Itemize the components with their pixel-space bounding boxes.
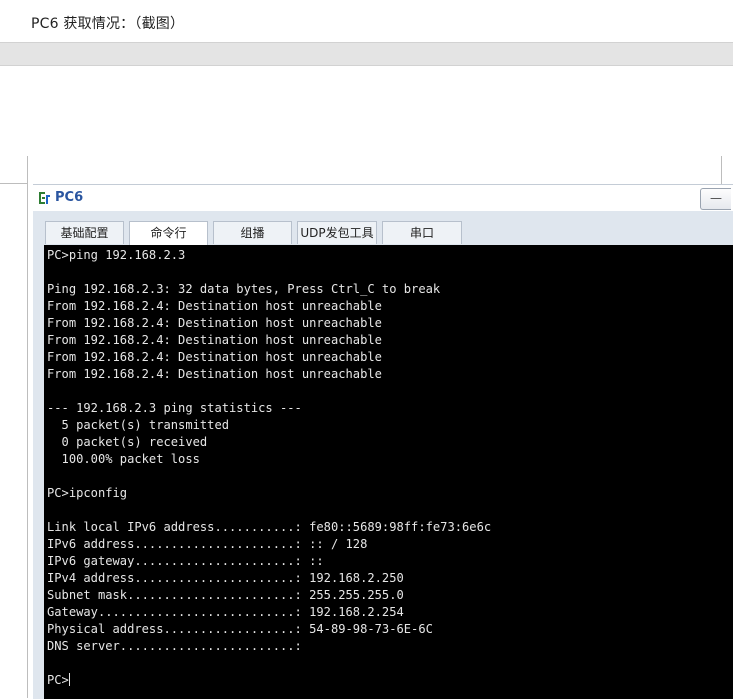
terminal-line: Link local IPv6 address...........: fe80… — [47, 520, 492, 534]
title-bar[interactable]: PC6 — — [33, 185, 733, 211]
minimize-icon: — — [710, 191, 722, 205]
terminal-prompt[interactable]: PC> — [47, 673, 69, 687]
document-toolbar-band — [0, 42, 733, 66]
divider-line-left — [27, 156, 28, 698]
terminal-line: From 192.168.2.4: Destination host unrea… — [47, 333, 382, 347]
terminal-line: PC>ipconfig — [47, 486, 128, 500]
terminal-line: Ping 192.168.2.3: 32 data bytes, Press C… — [47, 282, 441, 296]
ensp-pc-icon — [39, 192, 50, 204]
terminal-line: Subnet mask.......................: 255.… — [47, 588, 404, 602]
tab-command-line[interactable]: 命令行 — [129, 221, 208, 246]
terminal-lines: PC>ping 192.168.2.3 Ping 192.168.2.3: 32… — [47, 248, 491, 653]
divider-line — [0, 183, 27, 184]
tab-udp-tool[interactable]: UDP发包工具 — [297, 221, 377, 244]
tab-multicast[interactable]: 组播 — [213, 221, 292, 244]
tab-basic-config[interactable]: 基础配置 — [45, 221, 124, 244]
terminal-line: From 192.168.2.4: Destination host unrea… — [47, 299, 382, 313]
terminal-output: PC>ping 192.168.2.3 Ping 192.168.2.3: 32… — [47, 247, 491, 689]
terminal-line: Gateway...........................: 192.… — [47, 605, 404, 619]
terminal-line: From 192.168.2.4: Destination host unrea… — [47, 350, 382, 364]
terminal-line: 5 packet(s) transmitted — [61, 418, 230, 432]
pc6-window: PC6 — 基础配置 命令行 组播 UDP发包工具 串口 PC>ping 192… — [33, 184, 733, 699]
window-title: PC6 — [55, 190, 84, 205]
document-caption: PC6 获取情况：（截图） — [31, 16, 185, 32]
tab-serial-port[interactable]: 串口 — [382, 221, 462, 244]
text-cursor — [68, 673, 70, 686]
terminal-line: From 192.168.2.4: Destination host unrea… — [47, 367, 382, 381]
minimize-button[interactable]: — — [700, 188, 731, 210]
terminal-line: --- 192.168.2.3 ping statistics --- — [47, 401, 302, 415]
terminal-line: 0 packet(s) received — [61, 435, 208, 449]
terminal-line: IPv4 address......................: 192.… — [47, 571, 404, 585]
terminal-line: 100.00% packet loss — [61, 452, 200, 466]
terminal-line: PC>ping 192.168.2.3 — [47, 248, 186, 262]
divider-line-right — [721, 156, 722, 184]
terminal-line: IPv6 address......................: :: /… — [47, 537, 368, 551]
terminal-line: IPv6 gateway......................: :: — [47, 554, 324, 568]
terminal-line: DNS server........................: — [47, 639, 302, 653]
terminal-line: Physical address..................: 54-8… — [47, 622, 433, 636]
command-terminal[interactable]: PC>ping 192.168.2.3 Ping 192.168.2.3: 32… — [44, 245, 733, 699]
terminal-line: From 192.168.2.4: Destination host unrea… — [47, 316, 382, 330]
